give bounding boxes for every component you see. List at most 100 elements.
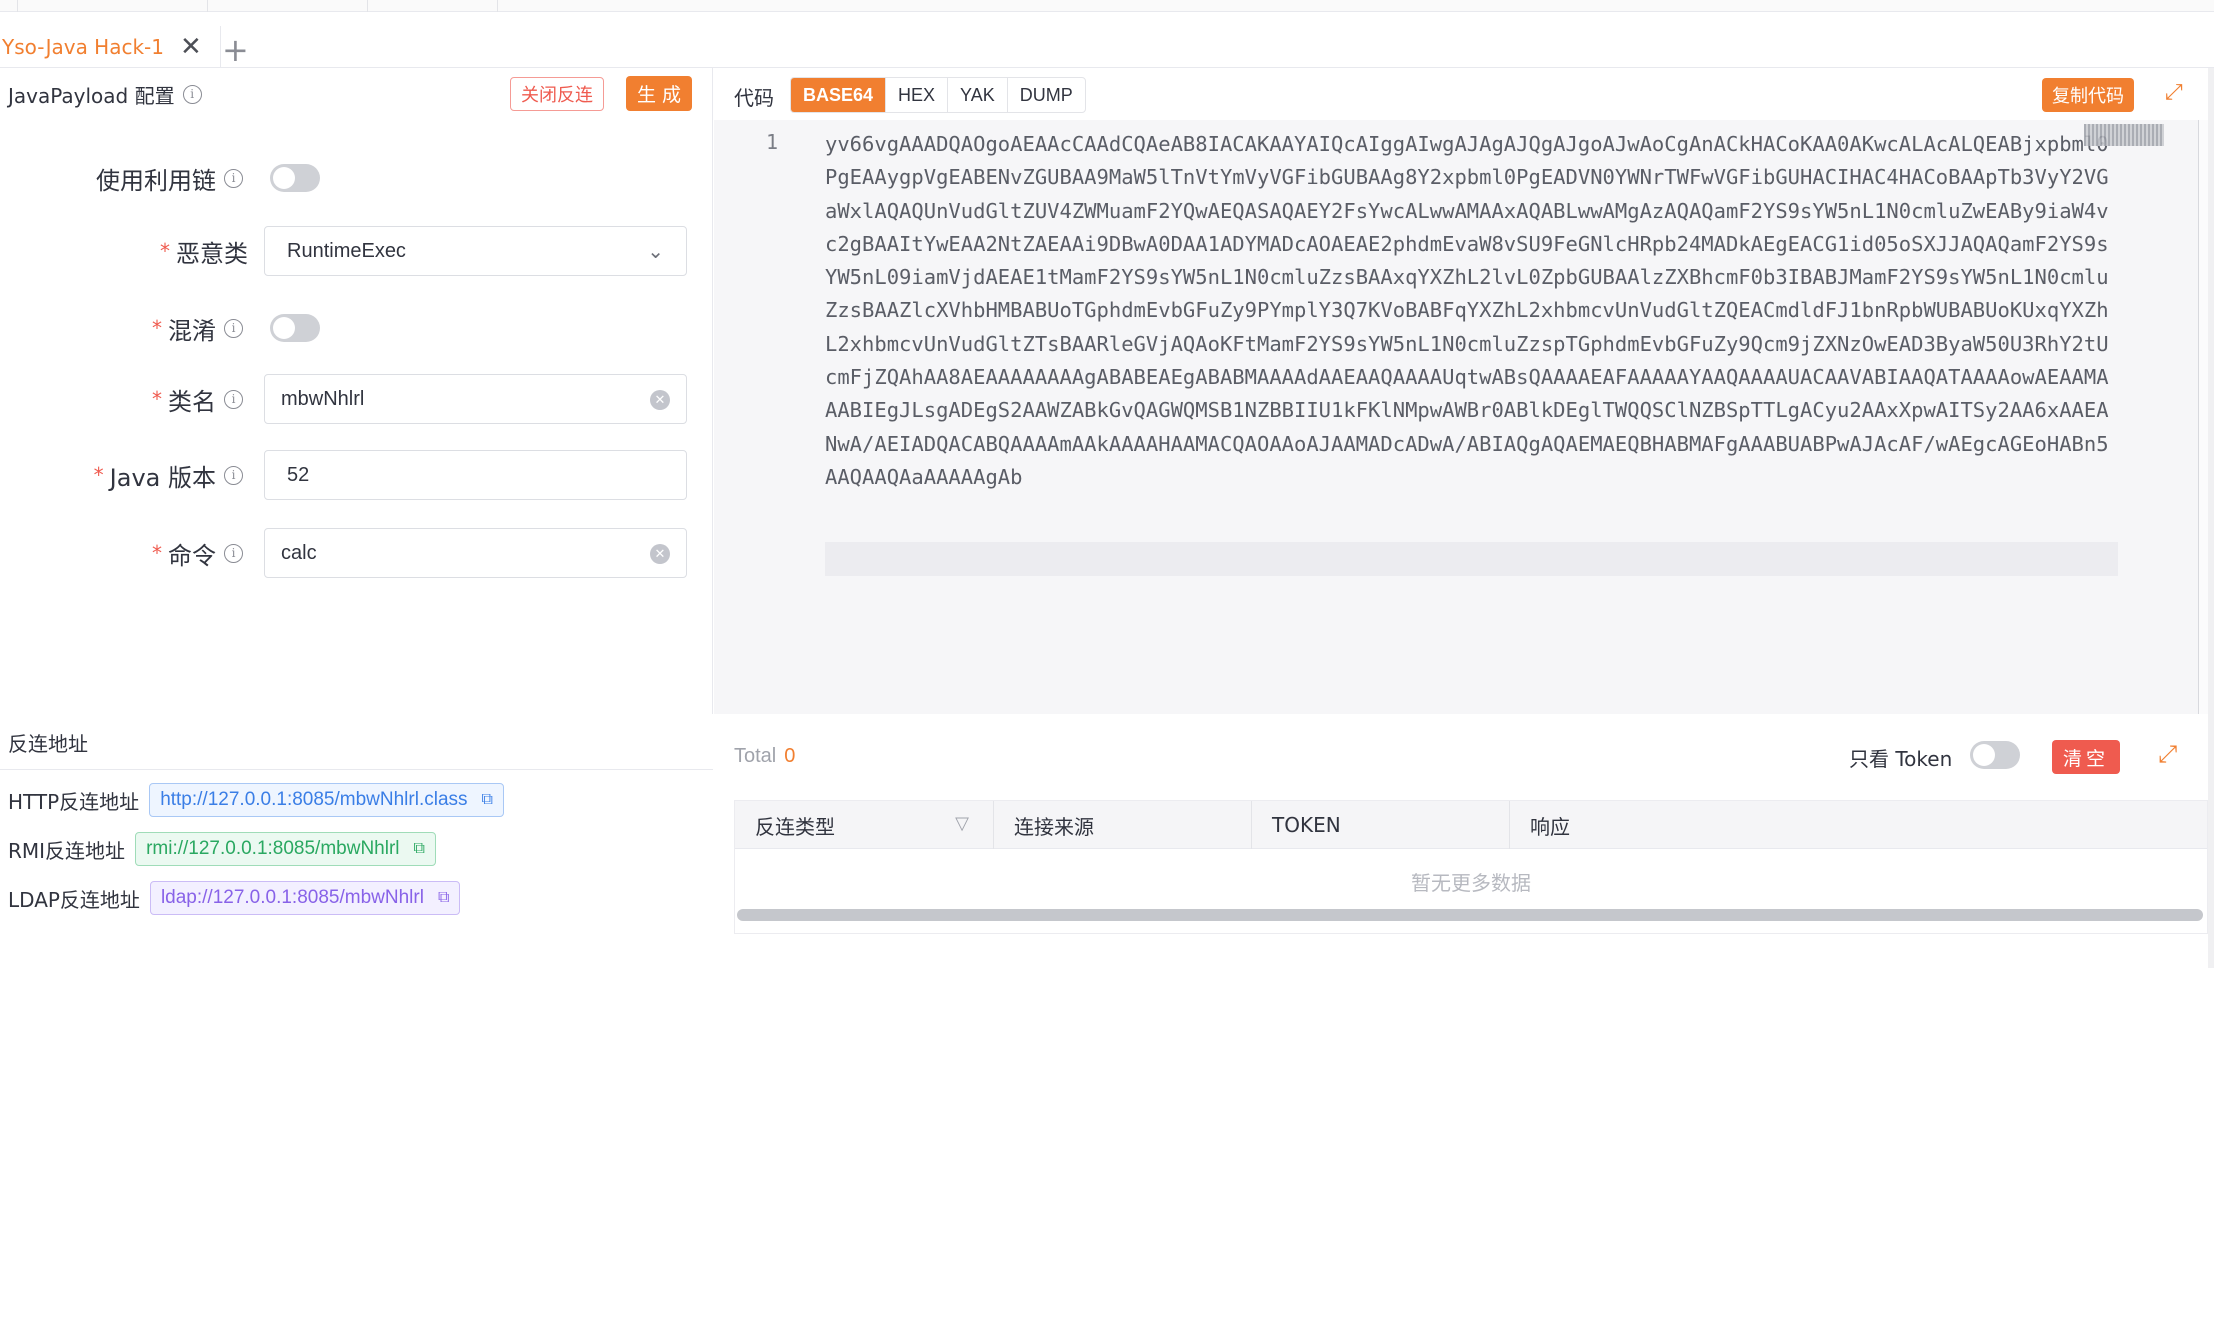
code-header: 代码 BASE64 HEX YAK DUMP 复制代码 ⤢ <box>714 68 2214 120</box>
table-header: 反连类型 ▽ 连接来源 TOKEN 响应 <box>735 801 2207 849</box>
top-strip-seg <box>208 0 368 12</box>
java-version-value: 52 <box>287 463 310 486</box>
command-value: calc <box>281 541 317 564</box>
window-edge-scrollbar[interactable] <box>2208 68 2214 968</box>
malicious-class-value: RuntimeExec <box>287 239 406 262</box>
column-label: 反连类型 <box>755 814 835 839</box>
java-version-input[interactable]: 52 <box>264 450 687 500</box>
tab-base64[interactable]: BASE64 <box>791 78 887 112</box>
ldap-reverse-tag: ldap://127.0.0.1:8085/mbwNhlrl ⧉ <box>149 881 461 915</box>
column-response: 响应 <box>1510 801 2207 849</box>
required-mark: * <box>93 463 104 487</box>
required-mark: * <box>160 239 170 263</box>
copy-icon[interactable]: ⧉ <box>438 889 449 907</box>
copy-icon[interactable]: ⧉ <box>414 840 425 858</box>
gadget-chain-label: 使用利用链 i <box>96 153 243 203</box>
form-row-command: * 命令 i calc ✕ <box>0 528 713 578</box>
clear-icon[interactable]: ✕ <box>650 390 670 410</box>
malicious-class-label-text: 恶意类 <box>176 239 248 268</box>
code-title: 代码 <box>734 86 774 110</box>
obfuscate-label-text: 混淆 <box>168 316 216 345</box>
close-reverse-button[interactable]: 关闭反连 <box>510 77 604 111</box>
rmi-reverse-label: RMI反连地址 <box>8 838 126 863</box>
required-mark: * <box>152 541 162 565</box>
column-token: TOKEN <box>1252 801 1510 849</box>
malicious-class-select[interactable]: RuntimeExec ⌄ <box>264 226 687 276</box>
code-content[interactable]: yv66vgAAADQAOgoAEAAcCAAdCQAeAB8IACAKAAYA… <box>825 128 2115 494</box>
line-number: 1 <box>766 130 779 154</box>
format-tabs: BASE64 HEX YAK DUMP <box>790 77 1086 113</box>
copy-code-button[interactable]: 复制代码 <box>2042 78 2134 112</box>
copy-icon[interactable]: ⧉ <box>482 791 493 809</box>
add-tab-icon[interactable]: + <box>222 34 249 66</box>
form-row-malicious-class: * 恶意类 RuntimeExec ⌄ <box>0 226 713 276</box>
connections-table: 反连类型 ▽ 连接来源 TOKEN 响应 暂无更多数据 <box>734 800 2208 934</box>
required-mark: * <box>152 316 162 340</box>
gadget-chain-label-text: 使用利用链 <box>96 166 216 195</box>
http-reverse-tag: http://127.0.0.1:8085/mbwNhlrl.class ⧉ <box>149 783 504 817</box>
form-row-obfuscate: * 混淆 i <box>0 303 713 353</box>
column-source: 连接来源 <box>994 801 1252 849</box>
http-reverse-label: HTTP反连地址 <box>8 789 140 814</box>
info-icon: i <box>224 168 243 188</box>
column-reverse-type[interactable]: 反连类型 ▽ <box>735 801 994 849</box>
token-only-label: 只看 Token <box>1849 747 1953 771</box>
rmi-reverse-tag: rmi://127.0.0.1:8085/mbwNhlrl ⧉ <box>135 832 436 866</box>
filter-icon[interactable]: ▽ <box>955 813 969 834</box>
java-version-label: * Java 版本 i <box>94 450 243 500</box>
chevron-down-icon: ⌄ <box>647 241 664 263</box>
ldap-reverse-label: LDAP反连地址 <box>8 887 140 912</box>
reverse-address-title: 反连地址 <box>8 732 88 756</box>
top-strip-seg <box>18 0 208 12</box>
tab-hex[interactable]: HEX <box>886 78 949 112</box>
class-name-input[interactable]: mbwNhlrl ✕ <box>264 374 687 424</box>
info-icon: i <box>182 84 202 104</box>
obfuscate-toggle[interactable] <box>270 314 320 342</box>
malicious-class-label: * 恶意类 <box>160 226 248 276</box>
payload-config-title: JavaPayload 配置 <box>8 83 175 108</box>
class-name-value: mbwNhlrl <box>281 387 365 410</box>
gadget-chain-toggle[interactable] <box>270 164 320 192</box>
tab-label: Yso-Java Hack-1 <box>2 35 164 59</box>
empty-state: 暂无更多数据 <box>1411 871 1531 895</box>
ldap-reverse-row: LDAP反连地址 ldap://127.0.0.1:8085/mbwNhlrl … <box>8 881 461 915</box>
generate-button[interactable]: 生 成 <box>626 76 692 111</box>
form-row-gadget-chain: 使用利用链 i <box>0 153 713 203</box>
code-panel: 代码 BASE64 HEX YAK DUMP 复制代码 ⤢ 1 yv66vgAA… <box>714 68 2214 714</box>
fullscreen-icon[interactable]: ⤢ <box>2165 82 2183 104</box>
clear-button[interactable]: 清空 <box>2052 740 2120 774</box>
tab-yso-java-hack[interactable]: Yso-Java Hack-1 ✕ <box>0 26 221 68</box>
column-label: TOKEN <box>1272 813 1341 837</box>
minimap[interactable] <box>2084 124 2164 146</box>
payload-config-panel: JavaPayload 配置 i 关闭反连 生 成 使用利用链 i * 恶意类 … <box>0 68 713 714</box>
form-row-class-name: * 类名 i mbwNhlrl ✕ <box>0 374 713 424</box>
http-reverse-row: HTTP反连地址 http://127.0.0.1:8085/mbwNhlrl.… <box>8 783 504 817</box>
info-icon: i <box>224 389 243 409</box>
tab-yak[interactable]: YAK <box>948 78 1008 112</box>
column-label: 响应 <box>1530 814 1570 839</box>
token-only-toggle[interactable] <box>1970 741 2020 769</box>
close-icon[interactable]: ✕ <box>180 34 202 60</box>
rmi-reverse-row: RMI反连地址 rmi://127.0.0.1:8085/mbwNhlrl ⧉ <box>8 832 436 866</box>
command-label: * 命令 i <box>152 528 243 578</box>
total-count: Total 0 <box>734 745 795 768</box>
command-label-text: 命令 <box>168 541 216 570</box>
horizontal-scrollbar[interactable] <box>737 909 2203 921</box>
class-name-label-text: 类名 <box>168 387 216 416</box>
payload-config-header: JavaPayload 配置 i 关闭反连 生 成 <box>0 68 712 120</box>
command-input[interactable]: calc ✕ <box>264 528 687 578</box>
tab-bar: Yso-Java Hack-1 ✕ + <box>0 12 2214 68</box>
clear-icon[interactable]: ✕ <box>650 544 670 564</box>
java-version-label-text: Java 版本 <box>109 463 216 492</box>
tab-dump[interactable]: DUMP <box>1008 78 1085 112</box>
column-label: 连接来源 <box>1014 814 1094 839</box>
info-icon: i <box>224 543 243 563</box>
code-editor[interactable]: 1 yv66vgAAADQAOgoAEAAcCAAdCQAeAB8IACAKAA… <box>714 120 2214 714</box>
reverse-address-section: 反连地址 HTTP反连地址 http://127.0.0.1:8085/mbwN… <box>0 714 713 1326</box>
obfuscate-label: * 混淆 i <box>152 303 243 353</box>
fullscreen-icon[interactable]: ⤢ <box>2158 742 2177 766</box>
connections-panel: Total 0 只看 Token 清空 ⤢ 反连类型 ▽ 连接来源 TOKEN 响… <box>714 714 2214 1326</box>
top-strip <box>0 0 2214 12</box>
current-line-highlight <box>825 542 2118 576</box>
rmi-reverse-url: rmi://127.0.0.1:8085/mbwNhlrl <box>146 838 400 859</box>
